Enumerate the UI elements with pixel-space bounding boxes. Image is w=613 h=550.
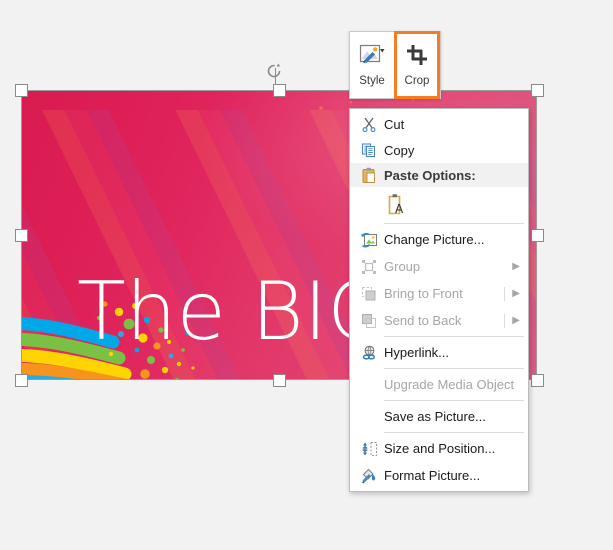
crop-button-label: Crop <box>404 74 430 87</box>
menu-item-change-picture-label: Change Picture... <box>384 232 485 247</box>
menu-item-save-as-picture[interactable]: Save as Picture... <box>350 403 528 430</box>
menu-separator-4 <box>384 400 524 401</box>
menu-item-format-picture-label: Format Picture... <box>384 468 481 483</box>
bring-to-front-icon <box>354 286 384 302</box>
send-to-back-icon <box>354 313 384 329</box>
menu-item-group-label: Group <box>384 259 421 274</box>
slide-canvas[interactable]: The BIG Style Crop Cut Copy Paste Option… <box>0 0 613 550</box>
submenu-divider <box>504 313 506 328</box>
menu-item-bring-to-front[interactable]: Bring to Front ▶ <box>350 280 528 307</box>
chevron-right-icon: ▶ <box>512 288 520 299</box>
menu-item-send-to-back[interactable]: Send to Back ▶ <box>350 307 528 334</box>
style-button-label: Style <box>359 75 385 87</box>
context-menu[interactable]: Cut Copy Paste Options: A Change Picture… <box>349 108 529 492</box>
menu-separator-1 <box>384 223 524 224</box>
menu-item-cut-label: Cut <box>384 116 405 132</box>
hyperlink-icon <box>354 345 384 361</box>
change-picture-icon <box>354 232 384 248</box>
crop-button[interactable]: Crop <box>394 31 440 99</box>
resize-handle-top-center[interactable] <box>273 84 286 97</box>
chevron-right-icon: ▶ <box>512 261 520 272</box>
style-button[interactable]: Style <box>350 32 394 98</box>
menu-item-paste-options-label: Paste Options: <box>384 167 476 183</box>
size-position-icon <box>354 441 384 457</box>
scissors-icon <box>354 116 384 132</box>
menu-item-size-and-position-label: Size and Position... <box>384 441 496 456</box>
resize-handle-middle-left[interactable] <box>15 229 28 242</box>
resize-handle-top-right[interactable] <box>531 84 544 97</box>
crop-icon <box>406 44 428 71</box>
clipboard-icon <box>354 167 384 184</box>
group-icon <box>354 259 384 275</box>
mini-toolbar[interactable]: Style Crop <box>349 31 441 99</box>
format-picture-icon <box>354 468 384 484</box>
menu-item-change-picture[interactable]: Change Picture... <box>350 226 528 253</box>
menu-item-hyperlink-label: Hyperlink... <box>384 345 450 360</box>
resize-handle-bottom-left[interactable] <box>15 374 28 387</box>
menu-item-group[interactable]: Group ▶ <box>350 253 528 280</box>
menu-item-upgrade-media-object-label: Upgrade Media Object <box>384 377 515 392</box>
menu-item-upgrade-media-object[interactable]: Upgrade Media Object <box>350 371 528 398</box>
menu-item-copy-label: Copy <box>384 142 415 158</box>
paste-text-icon[interactable]: A <box>384 190 410 218</box>
menu-item-bring-to-front-label: Bring to Front <box>384 286 463 301</box>
menu-item-format-picture[interactable]: Format Picture... <box>350 462 528 489</box>
resize-handle-top-left[interactable] <box>15 84 28 97</box>
picture-style-icon <box>359 43 385 72</box>
resize-handle-bottom-right[interactable] <box>531 374 544 387</box>
menu-separator-5 <box>384 432 524 433</box>
paste-options-gallery[interactable]: A <box>350 187 528 221</box>
menu-item-size-and-position[interactable]: Size and Position... <box>350 435 528 462</box>
copy-icon <box>354 142 384 158</box>
menu-item-copy[interactable]: Copy <box>350 137 528 163</box>
menu-item-paste-options: Paste Options: <box>350 163 528 187</box>
submenu-divider <box>504 286 506 301</box>
chevron-right-icon: ▶ <box>512 315 520 326</box>
picture-title-text: The BIG <box>77 265 390 358</box>
menu-item-save-as-picture-label: Save as Picture... <box>384 409 486 424</box>
resize-handle-middle-right[interactable] <box>531 229 544 242</box>
svg-text:A: A <box>395 202 404 216</box>
menu-item-send-to-back-label: Send to Back <box>384 313 462 328</box>
menu-item-cut[interactable]: Cut <box>350 111 528 137</box>
resize-handle-bottom-center[interactable] <box>273 374 286 387</box>
rotation-handle[interactable] <box>265 62 285 80</box>
menu-separator-3 <box>384 368 524 369</box>
menu-item-hyperlink[interactable]: Hyperlink... <box>350 339 528 366</box>
menu-separator-2 <box>384 336 524 337</box>
